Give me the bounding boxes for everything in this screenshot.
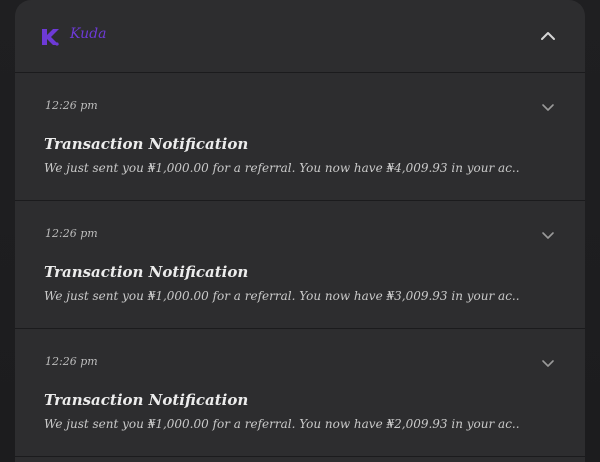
notification-body: We just sent you ₦1,000.00 for a referra… [44, 161, 520, 175]
notification-body: We just sent you ₦1,000.00 for a referra… [44, 289, 520, 303]
app-name: Kuda [70, 26, 107, 42]
notification-title: Transaction Notification [44, 391, 249, 409]
chevron-down-icon[interactable] [541, 357, 555, 369]
chevron-up-icon[interactable] [539, 28, 557, 44]
chevron-down-icon[interactable] [541, 229, 555, 241]
notification-shade: Kuda 12:26 pm Transaction Notification W… [0, 0, 600, 462]
notification-title: Transaction Notification [44, 263, 249, 281]
notification-time: 12:26 pm [45, 355, 98, 368]
notification-time: 12:26 pm [45, 99, 98, 112]
notification-body: We just sent you ₦1,000.00 for a referra… [44, 417, 520, 431]
notification-title: Transaction Notification [44, 135, 249, 153]
notification-item[interactable]: 12:26 pm Transaction Notification We jus… [15, 201, 585, 329]
notification-group-header[interactable]: Kuda [15, 0, 585, 73]
chevron-down-icon[interactable] [541, 101, 555, 113]
notification-item[interactable]: 12:26 pm Transaction Notification We jus… [15, 73, 585, 201]
notification-item[interactable]: 12:26 pm Transaction Notification We jus… [15, 329, 585, 457]
notification-group-kuda: Kuda 12:26 pm Transaction Notification W… [15, 0, 585, 462]
notification-time: 12:26 pm [45, 227, 98, 240]
kuda-k-logo-icon [42, 29, 59, 46]
